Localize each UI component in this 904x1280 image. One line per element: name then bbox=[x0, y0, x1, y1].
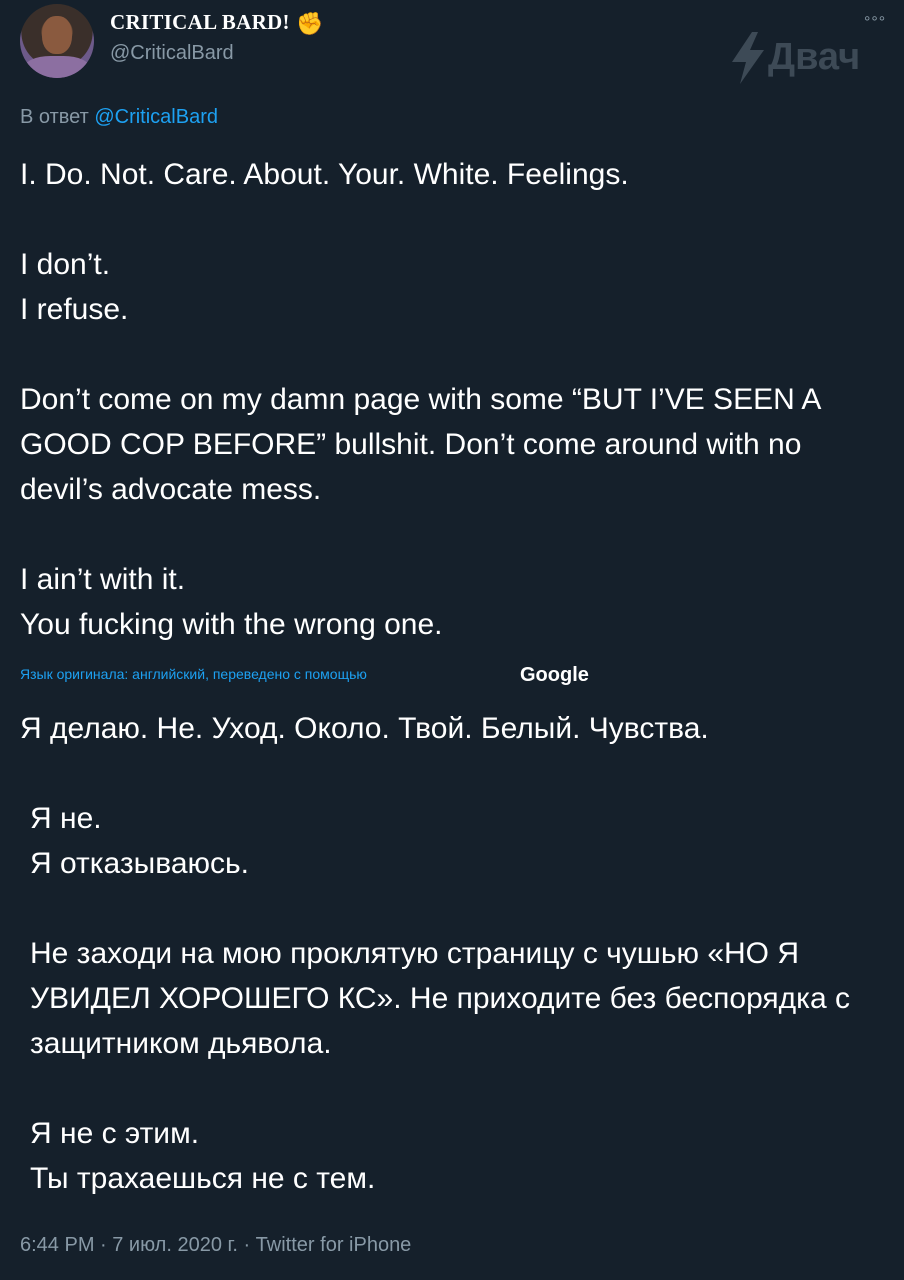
translated-line: Я отказываюсь. bbox=[30, 847, 249, 880]
raised-fist-icon: ✊ bbox=[296, 11, 324, 36]
translated-line: Не заходи на мою проклятую страницу с чу… bbox=[30, 937, 850, 1060]
translated-line: Я делаю. Не. Уход. Около. Твой. Белый. Ч… bbox=[20, 712, 709, 745]
reply-context: В ответ @CriticalBard bbox=[20, 106, 218, 129]
tweet-line: I. Do. Not. Care. About. Your. White. Fe… bbox=[20, 158, 629, 191]
avatar-shirt bbox=[24, 56, 90, 78]
translation-attribution[interactable]: Язык оригинала: английский, переведено с… bbox=[20, 666, 367, 682]
tweet-line: You fucking with the wrong one. bbox=[20, 608, 443, 641]
display-name[interactable]: CRITICAL BARD! bbox=[110, 10, 290, 35]
tweet-line: I ain’t with it. bbox=[20, 563, 186, 596]
avatar[interactable] bbox=[20, 4, 94, 78]
tweet-translated-text: Я делаю. Не. Уход. Около. Твой. Белый. Ч… bbox=[20, 706, 886, 1201]
avatar-face bbox=[42, 16, 72, 54]
watermark-text: Двач bbox=[768, 36, 861, 78]
translated-line: Я не. bbox=[30, 802, 102, 835]
lightning-bolt-icon bbox=[732, 32, 764, 84]
reply-prefix: В ответ bbox=[20, 106, 89, 128]
google-logo: Google bbox=[520, 664, 589, 686]
tweet-line: I refuse. bbox=[20, 293, 129, 326]
watermark-logo: Двач bbox=[728, 30, 878, 86]
tweet-line: Don’t come on my damn page with some “BU… bbox=[20, 383, 820, 506]
tweet-original-text: I. Do. Not. Care. About. Your. White. Fe… bbox=[20, 152, 886, 647]
user-handle[interactable]: @CriticalBard bbox=[110, 42, 234, 65]
translated-line: Я не с этим. bbox=[30, 1117, 200, 1150]
tweet-timestamp-footer[interactable]: 6:44 PM · 7 июл. 2020 г. · Twitter for i… bbox=[20, 1234, 411, 1257]
reply-mention-link[interactable]: @CriticalBard bbox=[94, 106, 218, 128]
translated-line: Ты трахаешься не с тем. bbox=[30, 1162, 376, 1195]
tweet-line: I don’t. bbox=[20, 248, 111, 281]
